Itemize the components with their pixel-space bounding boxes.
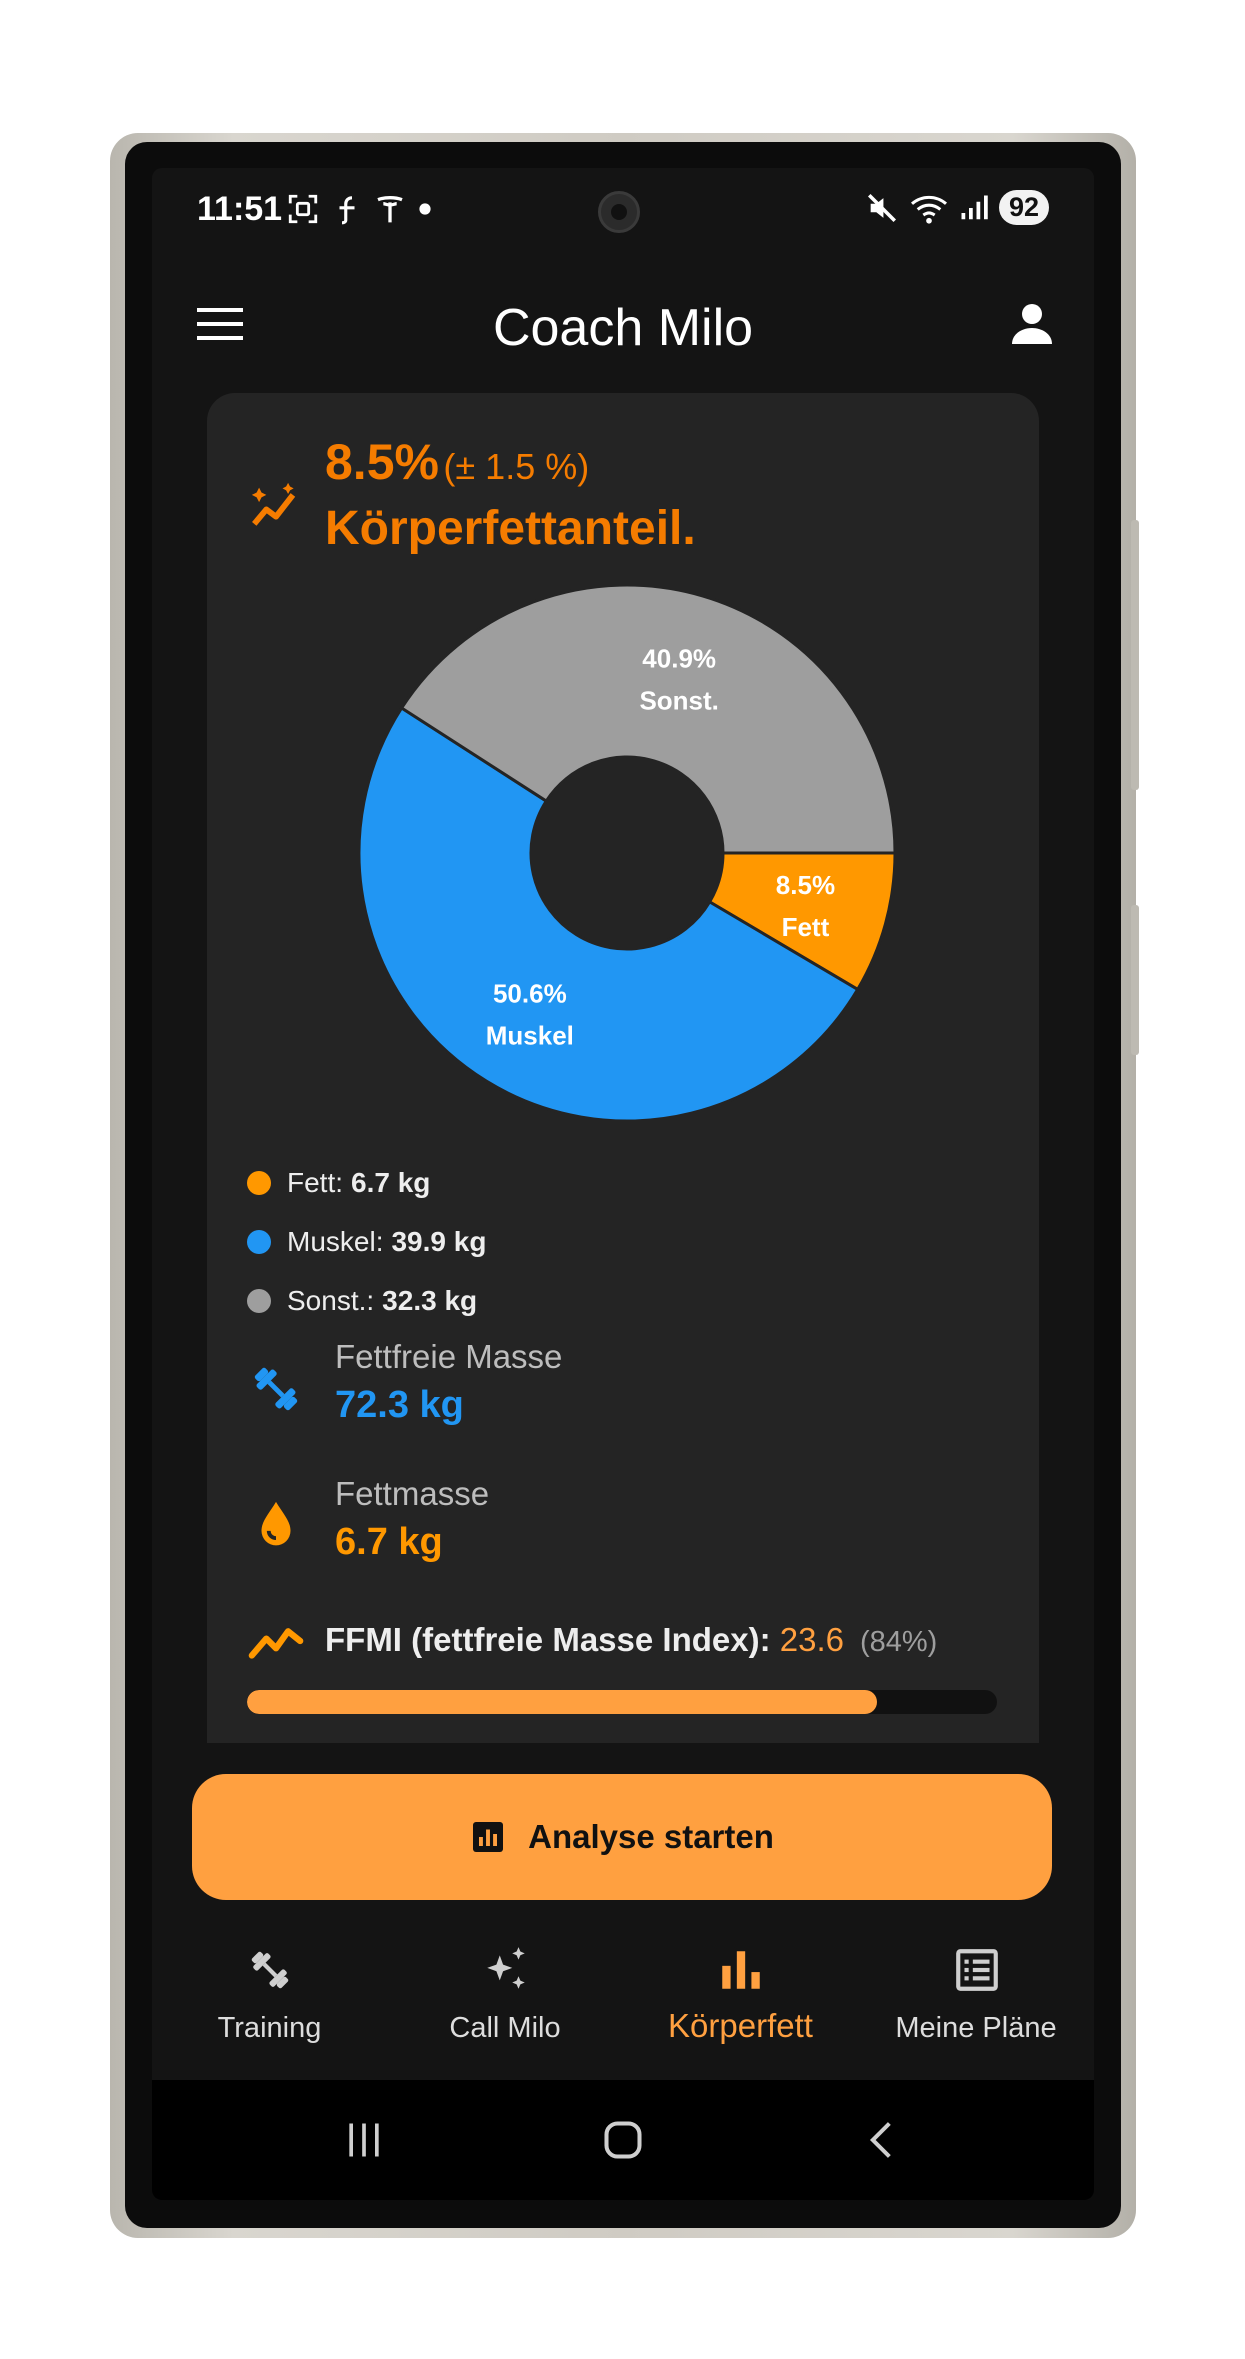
donut-slice-percent-label: 8.5% — [776, 870, 835, 900]
wifi-icon — [910, 195, 947, 224]
recent-apps-icon[interactable] — [342, 2118, 386, 2162]
legend-value: 32.3 kg — [382, 1284, 478, 1316]
water-drop-icon — [261, 1501, 291, 1546]
list-icon — [955, 1949, 998, 1991]
ffmi-value: 23.6 — [779, 1621, 844, 1658]
nav-label-meine-plaene: Meine Pläne — [895, 2012, 1057, 2044]
donut-slice-name-label: Sonst. — [639, 686, 718, 716]
ffmi-progress-bar — [247, 1690, 997, 1714]
sparkles-icon — [486, 1947, 525, 1989]
ffmi-text: FFMI (fettfreie Masse Index): 23.6 (84%) — [325, 1621, 937, 1659]
bottom-navigation: Training Call Milo Körperfett Meine Plän… — [152, 1940, 1094, 2070]
notification-dot-icon — [419, 203, 431, 215]
tesla-icon — [377, 196, 403, 223]
body-fat-uncertainty: (± 1.5 %) — [443, 446, 590, 487]
battery-level: 92 — [998, 190, 1049, 225]
body-fat-value: 8.5% — [325, 434, 439, 490]
dumbbell-icon — [251, 1951, 289, 1989]
auto-graph-icon — [251, 482, 296, 526]
chart-box-icon — [473, 1822, 504, 1852]
volume-button — [1131, 520, 1139, 790]
app-title: Coach Milo — [492, 299, 754, 357]
legend-value: 6.7 kg — [351, 1166, 431, 1198]
legend-label: Sonst.: — [287, 1284, 375, 1316]
screen: 11:51 92 Coach Milo 8.5% (± 1.5 %) Körpe… — [152, 168, 1094, 2200]
body-fat-label: Körperfettanteil. — [325, 502, 696, 555]
system-navigation-bar — [152, 2080, 1094, 2200]
nav-item-training[interactable]: Training — [152, 1940, 388, 2070]
status-time: 11:51 — [197, 190, 283, 228]
fat-mass-value: 6.7 kg — [335, 1521, 443, 1563]
analyse-start-button[interactable]: Analyse starten — [192, 1774, 1052, 1900]
nav-label-koerperfett: Körperfett — [668, 2007, 813, 2044]
legend-item: Muskel: 39.9 kg — [247, 1212, 486, 1271]
home-icon[interactable] — [601, 2118, 645, 2162]
nav-label-call-milo: Call Milo — [449, 2012, 561, 2044]
fat-free-mass-value: 72.3 kg — [335, 1384, 464, 1426]
chart-legend: Fett: 6.7 kg Muskel: 39.9 kg Sonst.: 32.3 kg — [247, 1153, 486, 1330]
status-bar: 11:51 92 — [152, 168, 1094, 248]
donut-slice-percent-label: 50.6% — [493, 978, 567, 1008]
legend-label: Muskel: — [287, 1225, 384, 1257]
fitness-app-icon — [339, 196, 355, 225]
dumbbell-icon — [254, 1367, 298, 1411]
screenshot-icon — [288, 194, 318, 224]
legend-label: Fett: — [287, 1166, 344, 1198]
back-icon[interactable] — [860, 2118, 904, 2162]
account-icon[interactable] — [1008, 300, 1056, 348]
status-system-icons: 92 — [865, 190, 1049, 225]
body-composition-donut-chart: 8.5% Fett 50.6% Muskel 40.9% Sonst. — [357, 583, 897, 1123]
donut-slice-name-label: Fett — [782, 912, 830, 942]
nav-item-koerperfett[interactable]: Körperfett — [623, 1940, 859, 2070]
nav-label-training: Training — [217, 2012, 322, 2044]
status-notification-icons — [286, 192, 432, 226]
trending-up-icon — [248, 1628, 304, 1659]
fat-free-mass-label: Fettfreie Masse — [335, 1338, 563, 1375]
power-button — [1131, 905, 1139, 1055]
ffmi-progress-fill — [247, 1690, 877, 1714]
legend-dot — [247, 1229, 271, 1254]
nav-item-meine-plaene[interactable]: Meine Pläne — [859, 1940, 1095, 2070]
ffmi-label: FFMI (fettfreie Masse Index): — [325, 1621, 771, 1658]
front-camera — [598, 191, 640, 233]
body-fat-card: 8.5% (± 1.5 %) Körperfettanteil. 8.5% Fet… — [207, 393, 1039, 1743]
ffmi-percentile: (84%) — [859, 1626, 938, 1658]
nav-item-call-milo[interactable]: Call Milo — [388, 1940, 624, 2070]
legend-dot — [247, 1288, 271, 1313]
legend-dot — [247, 1170, 271, 1195]
fat-mass-label: Fettmasse — [335, 1475, 490, 1512]
donut-slice-name-label: Muskel — [486, 1020, 574, 1050]
bar-chart-icon — [722, 1951, 760, 1989]
donut-slice-percent-label: 40.9% — [642, 644, 716, 674]
mute-icon — [867, 193, 896, 222]
legend-item: Sonst.: 32.3 kg — [247, 1271, 486, 1330]
app-bar: Coach Milo — [152, 268, 1094, 378]
analyse-start-label: Analyse starten — [528, 1818, 774, 1855]
ffmi-row: FFMI (fettfreie Masse Index): 23.6 (84%) — [247, 1615, 1007, 1665]
legend-item: Fett: 6.7 kg — [247, 1153, 486, 1212]
legend-value: 39.9 kg — [391, 1225, 487, 1257]
signal-icon — [961, 195, 988, 219]
body-fat-headline: 8.5% (± 1.5 %) — [325, 433, 589, 491]
